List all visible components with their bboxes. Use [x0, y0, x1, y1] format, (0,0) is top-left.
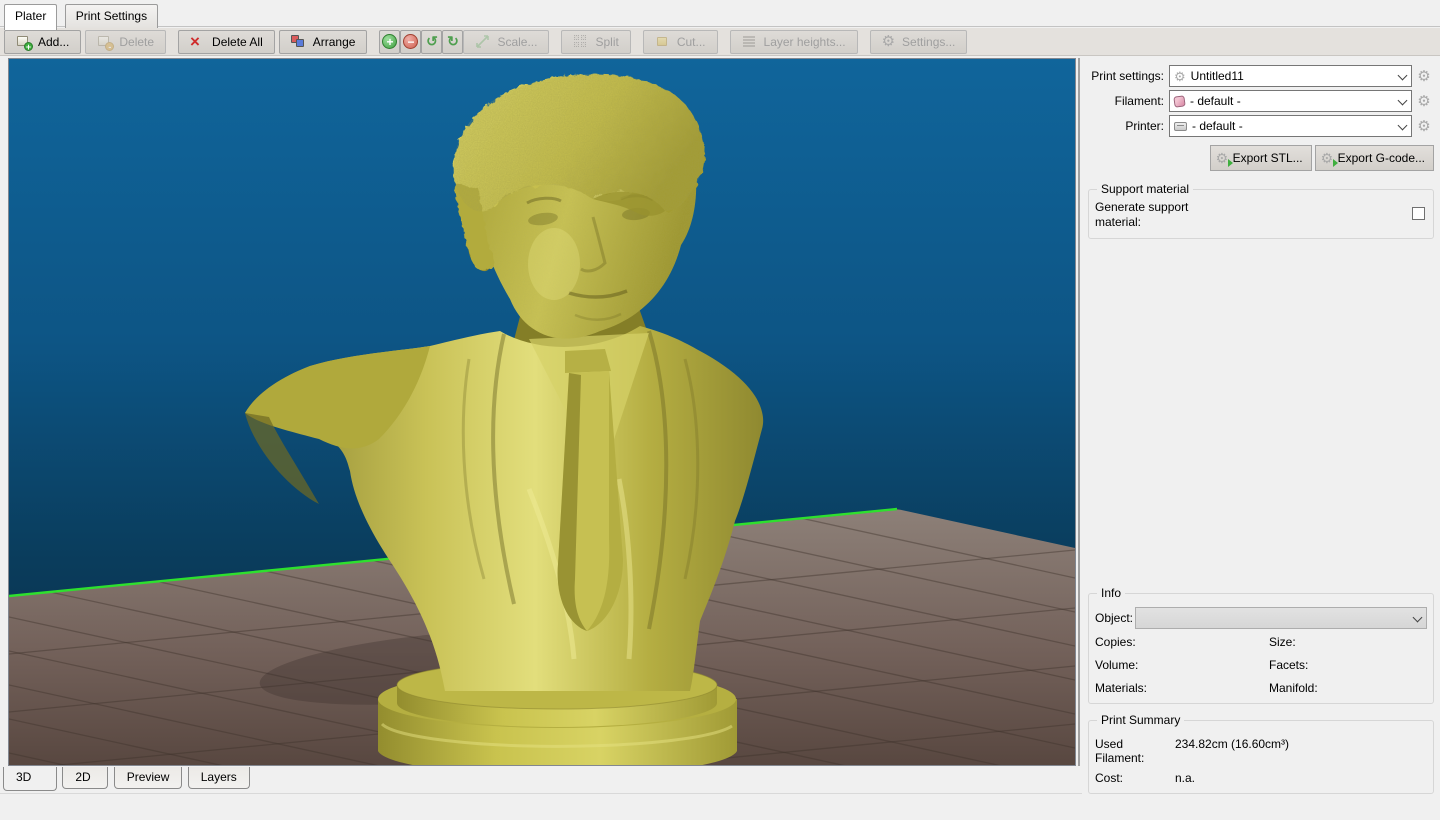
arrange-button-label: Arrange — [312, 34, 356, 49]
minus-icon: − — [403, 34, 419, 49]
delete-object-icon: - — [97, 34, 115, 52]
export-stl-label: Export STL... — [1232, 151, 1303, 165]
view-tab-3d[interactable]: 3D — [3, 767, 57, 791]
view-tab-preview[interactable]: Preview — [113, 767, 183, 789]
delete-button-label: Delete — [119, 34, 155, 49]
generate-support-label: Generate support material: — [1095, 200, 1189, 229]
export-gear-icon: ⚙ — [1216, 150, 1233, 167]
scale-button[interactable]: Scale... — [463, 29, 550, 54]
object-combo[interactable] — [1135, 607, 1427, 629]
add-object-icon: + — [16, 34, 33, 52]
delete-all-icon: × — [190, 32, 200, 51]
export-gcode-button[interactable]: ⚙ Export G-code... — [1314, 145, 1434, 171]
print-settings-label: Print settings: — [1091, 69, 1164, 83]
layer-heights-icon — [742, 34, 757, 49]
split-button-label: Split — [595, 34, 619, 49]
split-button[interactable]: Split — [561, 29, 631, 54]
arrange-button[interactable]: Arrange — [278, 29, 368, 54]
print-summary-legend: Print Summary — [1101, 713, 1181, 727]
chevron-down-icon — [1397, 70, 1409, 82]
cut-icon — [655, 34, 670, 49]
export-gcode-label: Export G-code... — [1337, 151, 1425, 165]
chevron-down-icon — [1412, 612, 1424, 624]
gear-icon: ⚙ — [1174, 68, 1186, 84]
info-legend: Info — [1101, 586, 1122, 600]
support-material-legend: Support material — [1101, 182, 1190, 196]
view-tabbar: 3D 2D Preview Layers — [3, 767, 252, 792]
tab-plater[interactable]: Plater — [4, 4, 58, 30]
layer-heights-button[interactable]: Layer heights... — [729, 29, 858, 54]
panel-spacer — [1088, 239, 1434, 577]
delete-all-button-label: Delete All — [212, 34, 263, 49]
print-settings-combo[interactable]: ⚙ Untitled11 — [1169, 65, 1412, 87]
copies-label: Copies: — [1095, 635, 1136, 649]
materials-label: Materials: — [1095, 681, 1148, 695]
gear-icon: ⚙ — [881, 33, 896, 50]
export-gear-icon: ⚙ — [1321, 150, 1338, 167]
manifold-label: Manifold: — [1269, 681, 1318, 695]
printer-icon — [1174, 121, 1187, 131]
printer-combo[interactable]: - default - — [1169, 115, 1412, 137]
increase-copies-button[interactable]: + — [379, 29, 401, 54]
chevron-down-icon — [1397, 120, 1409, 132]
filament-value: - default - — [1190, 94, 1241, 108]
settings-button-label: Settings... — [902, 34, 956, 49]
settings-panel: Print settings: ⚙ Untitled11 ⚙ Filament:… — [1082, 58, 1440, 820]
panel-splitter[interactable] — [1078, 58, 1080, 766]
cost-label: Cost: — [1095, 771, 1124, 785]
printer-label: Printer: — [1125, 119, 1164, 133]
facets-label: Facets: — [1269, 658, 1309, 672]
filament-gear-button[interactable]: ⚙ — [1414, 94, 1434, 109]
export-stl-button[interactable]: ⚙ Export STL... — [1209, 145, 1312, 171]
view-tab-layers[interactable]: Layers — [187, 767, 250, 789]
scene-3d — [9, 59, 1075, 765]
rotate-ccw-button[interactable]: ↺ — [421, 29, 443, 54]
used-filament-value: 234.82cm (16.60cm³) — [1175, 737, 1290, 751]
plater-3d-canvas[interactable] — [8, 58, 1076, 766]
object-label: Object: — [1095, 611, 1134, 625]
delete-all-button[interactable]: × Delete All — [178, 29, 275, 54]
support-material-group: Support material Generate support materi… — [1088, 182, 1434, 239]
used-filament-label: Used Filament: — [1095, 737, 1145, 765]
rotate-cw-button[interactable]: ↻ — [442, 29, 464, 54]
tab-print-settings[interactable]: Print Settings — [64, 4, 159, 28]
add-button[interactable]: + Add... — [4, 29, 82, 54]
scale-icon — [475, 34, 490, 49]
split-icon — [573, 34, 588, 49]
printer-gear-button[interactable]: ⚙ — [1414, 119, 1434, 134]
info-group: Info Object: Copies: Size: Volume: Facet… — [1088, 586, 1434, 704]
object-settings-button[interactable]: ⚙ Settings... — [869, 29, 968, 54]
printer-value: - default - — [1192, 119, 1243, 133]
rotate-ccw-icon: ↺ — [426, 33, 438, 49]
layer-heights-button-label: Layer heights... — [763, 34, 846, 49]
filament-spool-icon — [1173, 94, 1186, 108]
filament-label: Filament: — [1114, 94, 1164, 108]
arrange-icon — [290, 34, 306, 49]
size-label: Size: — [1269, 635, 1296, 649]
decrease-copies-button[interactable]: − — [400, 29, 422, 54]
filament-combo[interactable]: - default - — [1169, 90, 1412, 112]
plus-icon: + — [382, 34, 398, 49]
toolbar: + Add... - Delete × Delete All Arrange +… — [0, 28, 1440, 56]
add-button-label: Add... — [38, 34, 70, 49]
generate-support-checkbox[interactable] — [1412, 207, 1425, 220]
cost-value: n.a. — [1175, 771, 1196, 785]
cut-button-label: Cut... — [676, 34, 706, 49]
view-tab-2d[interactable]: 2D — [62, 767, 109, 789]
document-tabbar: Plater Print Settings — [0, 0, 1440, 30]
cut-button[interactable]: Cut... — [642, 29, 718, 54]
scale-button-label: Scale... — [497, 34, 538, 49]
volume-label: Volume: — [1095, 658, 1139, 672]
print-settings-gear-button[interactable]: ⚙ — [1414, 69, 1434, 84]
print-settings-value: Untitled11 — [1190, 69, 1244, 83]
rotate-cw-icon: ↻ — [447, 33, 459, 49]
print-summary-group: Print Summary Used Filament: 234.82cm (1… — [1088, 713, 1434, 794]
chevron-down-icon — [1397, 95, 1409, 107]
delete-button[interactable]: - Delete — [85, 29, 167, 54]
